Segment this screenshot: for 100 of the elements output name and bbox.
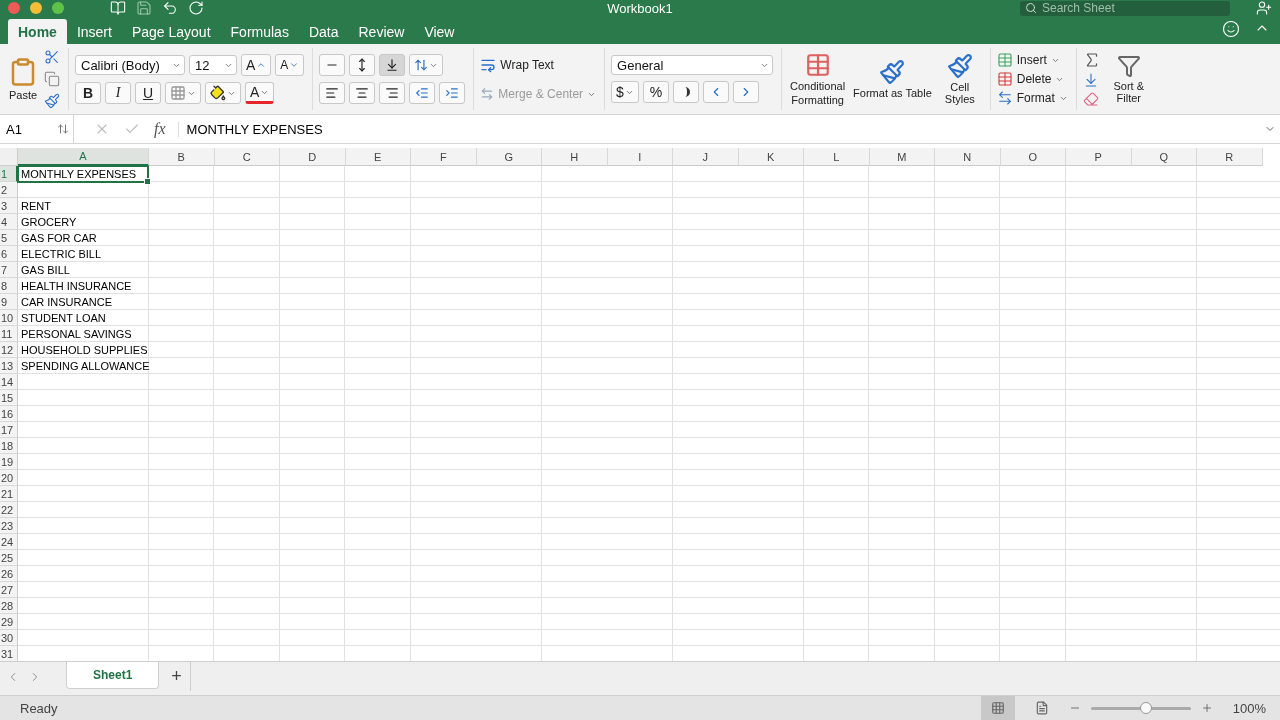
column-header[interactable]: B [149,148,215,166]
currency-button[interactable]: $ [611,81,639,103]
minimize-button[interactable] [30,2,42,14]
row-header[interactable]: 2 [0,182,18,198]
row-header[interactable]: 6 [0,246,18,262]
cells-menu-button[interactable]: Delete [996,71,1068,87]
column-header[interactable]: I [607,148,673,166]
comma-style-button[interactable] [672,81,699,103]
row-header[interactable]: 24 [0,534,18,550]
font-name-select[interactable]: Calibri (Body) [75,55,185,75]
font-color-button[interactable]: A [245,82,275,104]
redo-icon[interactable] [188,0,204,16]
increase-indent-button[interactable] [439,82,466,104]
row-header[interactable]: 26 [0,566,18,582]
row-header[interactable]: 27 [0,582,18,598]
row-header[interactable]: 25 [0,550,18,566]
slider-thumb[interactable] [1139,701,1152,714]
column-header[interactable]: P [1066,148,1132,166]
row-header[interactable]: 30 [0,630,18,646]
formula-field[interactable]: MONTHLY EXPENSES [177,121,323,137]
row-header[interactable]: 8 [0,278,18,294]
decrease-indent-button[interactable] [409,82,436,104]
row-header[interactable]: 19 [0,454,18,470]
column-header[interactable]: G [476,148,542,166]
save-icon[interactable] [136,0,152,16]
cut-icon[interactable] [44,49,60,65]
row-header[interactable]: 12 [0,342,18,358]
column-header[interactable]: F [411,148,477,166]
align-bottom-button[interactable] [379,54,406,76]
copy-icon[interactable] [44,71,60,87]
align-left-button[interactable] [319,82,346,104]
column-header[interactable]: L [804,148,870,166]
column-header[interactable]: M [869,148,935,166]
column-header[interactable]: R [1197,148,1263,166]
wrap-text-button[interactable]: Wrap Text [480,57,597,73]
ribbon-tab[interactable]: Insert [66,19,122,44]
row-header[interactable]: 15 [0,390,18,406]
ribbon-tab[interactable]: Data [298,19,349,44]
row-header[interactable]: 10 [0,310,18,326]
search-field[interactable]: Search Sheet [1020,0,1230,16]
align-right-button[interactable] [379,82,406,104]
row-header[interactable]: 20 [0,470,18,486]
cells-menu-button[interactable]: Insert [996,52,1068,68]
function-label[interactable]: fx [154,120,166,138]
align-middle-button[interactable] [349,54,376,76]
row-header[interactable]: 17 [0,422,18,438]
sort-filter-button[interactable]: Sort & Filter [1104,53,1153,105]
format-as-table-button[interactable]: Format as Table [851,58,934,100]
format-painter-icon[interactable] [44,93,60,109]
grow-font-button[interactable]: A [241,54,272,76]
column-header[interactable]: A [18,148,149,166]
underline-button[interactable]: U [135,82,161,104]
align-center-button[interactable] [349,82,376,104]
column-header[interactable]: J [673,148,739,166]
row-header[interactable]: 9 [0,294,18,310]
column-header[interactable]: O [1000,148,1066,166]
column-header[interactable]: D [280,148,346,166]
zoom-button[interactable] [52,2,64,14]
share-icon[interactable] [1256,0,1272,16]
ribbon-tab[interactable]: Page Layout [121,19,221,44]
normal-view-button[interactable] [980,696,1015,720]
name-box[interactable]: A1 [0,115,74,143]
cells-menu-button[interactable]: Format [996,90,1068,106]
ribbon-tab[interactable]: Home [8,19,67,44]
row-header[interactable]: 11 [0,326,18,342]
conditional-formatting-button[interactable]: Conditional Formatting [788,51,848,107]
column-header[interactable]: N [935,148,1001,166]
ribbon-tab[interactable]: View [414,19,465,44]
fill-color-button[interactable] [205,82,241,104]
row-header[interactable]: 4 [0,214,18,230]
row-header[interactable]: 18 [0,438,18,454]
row-header[interactable]: 29 [0,614,18,630]
zoom-in-icon[interactable] [1200,702,1213,714]
font-size-select[interactable]: 12 [189,55,237,75]
sheet-tab[interactable]: Sheet1 [66,662,160,689]
row-header[interactable]: 16 [0,406,18,422]
row-header[interactable]: 7 [0,262,18,278]
column-header[interactable]: K [738,148,804,166]
column-header[interactable]: H [542,148,608,166]
row-header[interactable]: 23 [0,518,18,534]
eraser-icon[interactable] [1082,91,1099,107]
row-header[interactable]: 22 [0,502,18,518]
row-header[interactable]: 21 [0,486,18,502]
decrease-decimal-button[interactable] [732,81,759,103]
row-header[interactable]: 28 [0,598,18,614]
add-sheet-button[interactable]: + [163,662,191,691]
close-button[interactable] [8,2,20,14]
smiley-icon[interactable] [1222,20,1240,38]
undo-icon[interactable] [162,0,178,16]
column-header[interactable]: C [214,148,280,166]
shrink-font-button[interactable]: A [275,54,305,76]
column-header[interactable]: E [345,148,411,166]
number-format-select[interactable]: General [611,55,774,75]
row-header[interactable]: 3 [0,198,18,214]
ribbon-tab[interactable]: Review [348,19,415,44]
row-header[interactable]: 14 [0,374,18,390]
column-header[interactable]: Q [1131,148,1197,166]
row-header[interactable]: 5 [0,230,18,246]
paste-button[interactable]: Paste [6,56,40,102]
row-header[interactable]: 1 [0,166,18,182]
